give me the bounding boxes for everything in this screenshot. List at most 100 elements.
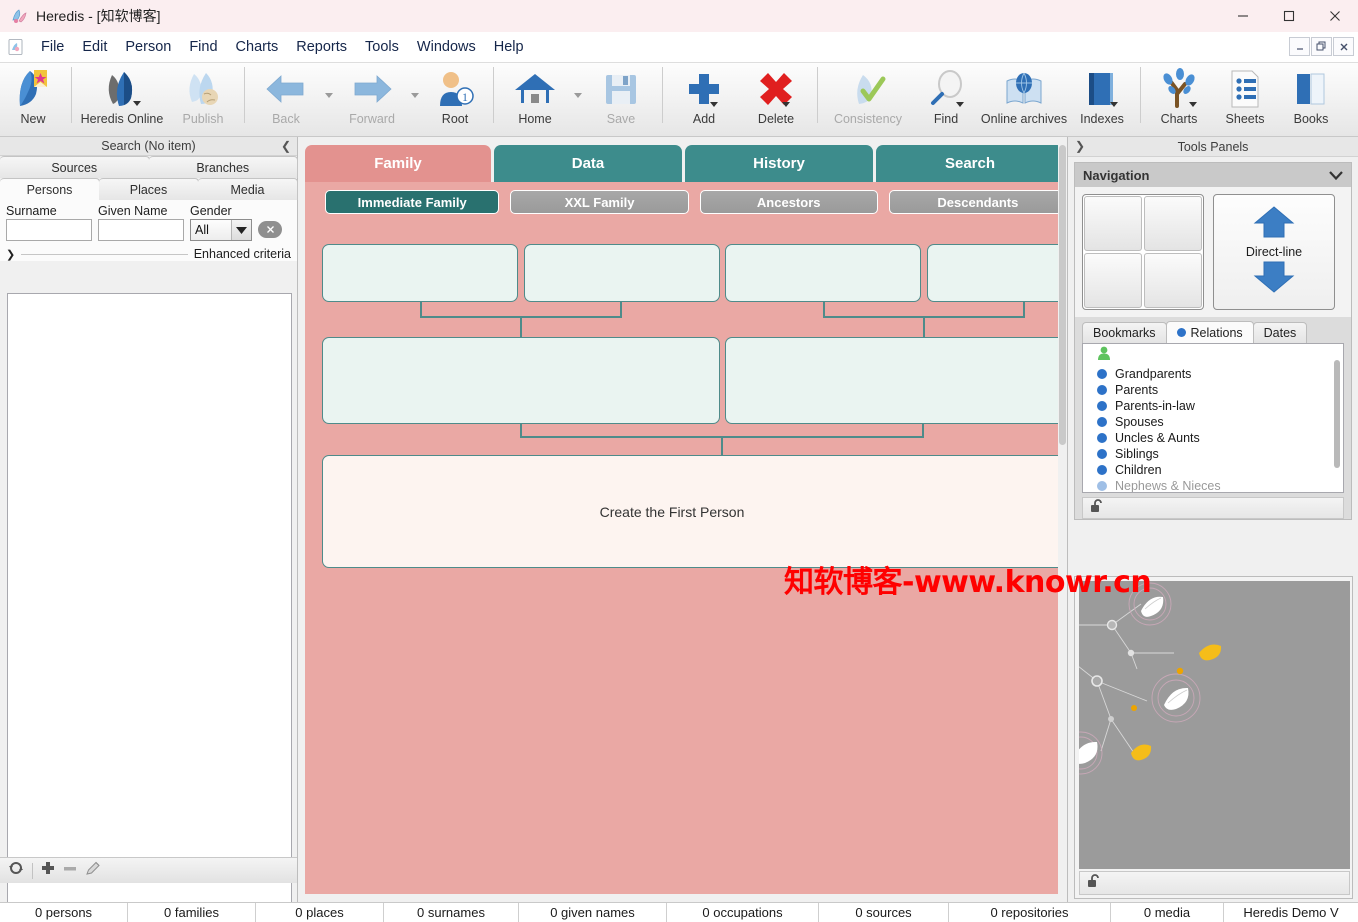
search-results-list[interactable] <box>7 293 292 922</box>
menu-item-file[interactable]: File <box>32 36 73 58</box>
toolbar-button-back[interactable]: Back <box>250 63 322 133</box>
chevron-down-icon[interactable] <box>710 102 718 107</box>
toolbar-button-charts[interactable]: Charts <box>1146 63 1212 133</box>
tab-data[interactable]: Data <box>494 145 682 182</box>
menu-item-edit[interactable]: Edit <box>73 36 116 58</box>
nav-cell-top-left[interactable] <box>1084 196 1142 251</box>
chevron-down-icon[interactable] <box>133 101 141 106</box>
chevron-left-icon[interactable]: ❮ <box>281 139 291 153</box>
menu-item-windows[interactable]: Windows <box>408 36 485 58</box>
toolbar-button-find[interactable]: Find <box>913 63 979 133</box>
toolbar-button-home[interactable]: Home <box>499 63 571 133</box>
nav-cell-bottom-left[interactable] <box>1084 253 1142 308</box>
menu-item-find[interactable]: Find <box>180 36 226 58</box>
subtab-immediate-family[interactable]: Immediate Family <box>325 190 500 214</box>
nav-cell-bottom-right[interactable] <box>1144 253 1202 308</box>
relations-list[interactable]: Grandparents Parents Parents-in-law Spou… <box>1082 343 1344 493</box>
menu-item-person[interactable]: Person <box>116 36 180 58</box>
toolbar-button-root[interactable]: 1 Root <box>422 63 488 133</box>
relations-scrollbar-thumb[interactable] <box>1334 360 1340 468</box>
parent-card-father[interactable] <box>322 337 720 424</box>
create-first-person-card[interactable]: Create the First Person <box>322 455 1067 568</box>
navigation-box-header[interactable]: Navigation <box>1075 163 1351 187</box>
chevron-down-icon[interactable] <box>782 102 790 107</box>
chevron-right-icon[interactable]: ❯ <box>6 248 15 261</box>
mdi-close-button[interactable] <box>1333 37 1354 56</box>
scrollbar-thumb[interactable] <box>1059 145 1066 445</box>
sidebar-tab-places[interactable]: Places <box>99 178 199 200</box>
grandparent-card-2[interactable] <box>524 244 720 302</box>
grandparent-card-1[interactable] <box>322 244 518 302</box>
map-canvas[interactable] <box>1079 581 1350 869</box>
nav-cell-top-right[interactable] <box>1144 196 1202 251</box>
relation-item-children[interactable]: Children <box>1083 462 1343 478</box>
back-dropdown-caret[interactable] <box>322 63 336 133</box>
toolbar-button-delete[interactable]: Delete <box>740 63 812 133</box>
clear-search-button[interactable] <box>258 221 282 238</box>
grandparent-card-3[interactable] <box>725 244 921 302</box>
chevron-down-icon[interactable] <box>956 102 964 107</box>
menu-item-charts[interactable]: Charts <box>227 36 288 58</box>
sidebar-tab-media[interactable]: Media <box>198 178 298 200</box>
arrow-down-icon[interactable] <box>1251 260 1297 299</box>
toolbar-button-online-archives[interactable]: Online archives <box>979 63 1069 133</box>
relation-item-nephews-nieces[interactable]: Nephews & Nieces <box>1083 478 1343 492</box>
subtab-descendants[interactable]: Descendants <box>888 190 1067 214</box>
tab-relations[interactable]: Relations <box>1165 321 1254 343</box>
forward-dropdown-caret[interactable] <box>408 63 422 133</box>
relation-item-parents-in-law[interactable]: Parents-in-law <box>1083 398 1343 414</box>
parent-card-mother[interactable] <box>725 337 1067 424</box>
toolbar-button-books[interactable]: Books <box>1278 63 1344 133</box>
window-maximize-button[interactable] <box>1266 0 1312 32</box>
relation-item-siblings[interactable]: Siblings <box>1083 446 1343 462</box>
sidebar-tab-sources[interactable]: Sources <box>0 156 150 178</box>
toolbar-button-heredis-online[interactable]: Heredis Online <box>77 63 167 133</box>
minus-icon[interactable] <box>63 861 77 880</box>
menu-item-tools[interactable]: Tools <box>356 36 408 58</box>
toolbar-button-add[interactable]: Add <box>668 63 740 133</box>
relation-item-parents[interactable]: Parents <box>1083 382 1343 398</box>
grandparent-card-4[interactable] <box>927 244 1067 302</box>
tab-bookmarks[interactable]: Bookmarks <box>1082 322 1167 343</box>
toolbar-button-forward[interactable]: Forward <box>336 63 408 133</box>
chevron-down-icon[interactable] <box>1110 102 1118 107</box>
toolbar-button-publish[interactable]: Publish <box>167 63 239 133</box>
relation-item-spouses[interactable]: Spouses <box>1083 414 1343 430</box>
unlock-icon[interactable] <box>1087 873 1103 893</box>
arrow-up-icon[interactable] <box>1251 205 1297 244</box>
plus-icon[interactable] <box>41 861 55 880</box>
home-dropdown-caret[interactable] <box>571 63 585 133</box>
gender-select[interactable]: All <box>190 219 252 241</box>
tab-search[interactable]: Search <box>876 145 1064 182</box>
toolbar-button-sheets[interactable]: Sheets <box>1212 63 1278 133</box>
mdi-restore-button[interactable] <box>1311 37 1332 56</box>
mdi-minimize-button[interactable] <box>1289 37 1310 56</box>
menu-item-help[interactable]: Help <box>485 36 533 58</box>
toolbar-button-indexes[interactable]: Indexes <box>1069 63 1135 133</box>
sidebar-tab-branches[interactable]: Branches <box>148 156 298 178</box>
chevron-down-icon[interactable] <box>1189 102 1197 107</box>
toolbar-button-save[interactable]: Save <box>585 63 657 133</box>
subtab-ancestors[interactable]: Ancestors <box>699 190 878 214</box>
window-minimize-button[interactable] <box>1220 0 1266 32</box>
toolbar-button-consistency[interactable]: Consistency <box>823 63 913 133</box>
pencil-icon[interactable] <box>85 860 101 881</box>
chevron-down-icon[interactable] <box>1329 168 1343 183</box>
navigation-quad-grid[interactable] <box>1082 194 1204 310</box>
subtab-xxl-family[interactable]: XXL Family <box>510 190 689 214</box>
given-name-input[interactable] <box>98 219 184 241</box>
surname-input[interactable] <box>6 219 92 241</box>
chevron-right-icon[interactable]: ❯ <box>1075 139 1085 153</box>
relation-item-uncles-aunts[interactable]: Uncles & Aunts <box>1083 430 1343 446</box>
tab-dates[interactable]: Dates <box>1252 322 1308 343</box>
relation-item-grandparents[interactable]: Grandparents <box>1083 366 1343 382</box>
refresh-icon[interactable] <box>8 860 24 881</box>
center-vertical-scrollbar[interactable] <box>1058 145 1067 894</box>
window-close-button[interactable] <box>1312 0 1358 32</box>
unlock-icon[interactable] <box>1090 498 1106 518</box>
toolbar-button-new[interactable]: New <box>0 63 66 133</box>
tab-history[interactable]: History <box>685 145 873 182</box>
tab-family[interactable]: Family <box>305 145 491 182</box>
menu-item-reports[interactable]: Reports <box>287 36 356 58</box>
direct-line-navigator[interactable]: Direct-line <box>1213 194 1335 310</box>
